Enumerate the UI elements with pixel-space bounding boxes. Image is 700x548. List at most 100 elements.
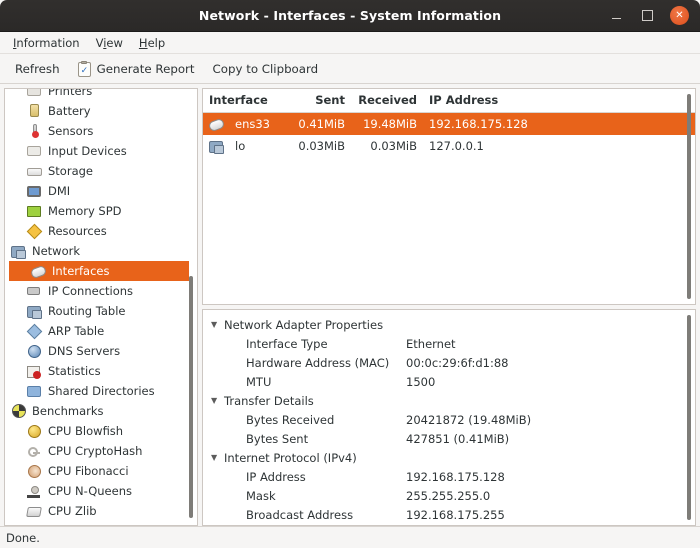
interfaces-panel[interactable]: Interface Sent Received IP Address ens33… [202,88,696,305]
network-icon [11,243,27,259]
sidebar-item-routing-table[interactable]: Routing Table [5,301,197,321]
details-row[interactable]: MTU1500 [203,372,695,391]
sidebar-item-label: Benchmarks [32,404,104,418]
chevron-down-icon[interactable]: ▼ [211,453,224,462]
status-bar: Done. [0,526,700,548]
sidebar-item-cpu-n-queens[interactable]: CPU N-Queens [5,481,197,501]
memory-chip-icon [27,203,43,219]
sidebar-item-label: FPU FFT [48,524,94,526]
column-header-sent[interactable]: Sent [289,89,351,113]
sidebar-item-label: Statistics [48,364,101,378]
details-panel[interactable]: ▼Network Adapter PropertiesInterface Typ… [202,309,696,526]
sidebar-item-dns-servers[interactable]: DNS Servers [5,341,197,361]
sidebar-item-label: Shared Directories [48,384,155,398]
refresh-button-label: Refresh [15,62,60,76]
sidebar-item-battery[interactable]: Battery [5,101,197,121]
main-body: Printers Battery SensorsInput Devices Stora… [0,84,700,526]
interface-name: lo [235,139,245,153]
menu-information[interactable]: Information [5,34,88,52]
cell-received: 19.48MiB [351,113,423,136]
minimize-button[interactable] [608,7,625,24]
sidebar-item-label: Resources [48,224,107,238]
sidebar-item-printers[interactable]: Printers [5,88,197,101]
details-row[interactable]: Mask255.255.255.0 [203,486,695,505]
sidebar-item-label: Storage [48,164,93,178]
column-header-received[interactable]: Received [351,89,423,113]
sidebar-item-cpu-cryptohash[interactable]: CPU CryptoHash [5,441,197,461]
sidebar-item-label: CPU Zlib [48,504,97,518]
interfaces-scrollbar[interactable] [684,90,694,303]
sidebar-scrollbar[interactable] [186,90,196,524]
generate-report-button[interactable]: ✓ Generate Report [69,58,204,80]
benchmark-icon [11,403,27,419]
sidebar-item-fpu-fft[interactable]: FPU FFT [5,521,197,526]
sidebar-item-label: CPU N-Queens [48,484,132,498]
sidebar-item-label: Printers [48,88,92,98]
copy-to-clipboard-button[interactable]: Copy to Clipboard [204,59,328,79]
details-scrollbar-thumb[interactable] [687,315,691,520]
sidebar-item-dmi[interactable]: DMI [5,181,197,201]
close-button[interactable]: ✕ [670,6,689,25]
details-group-header[interactable]: ▼Network Adapter Properties [203,315,695,334]
maximize-button[interactable] [639,7,656,24]
sidebar-item-sensors[interactable]: Sensors [5,121,197,141]
folder-share-icon [27,383,43,399]
sidebar-item-network[interactable]: Network [5,241,197,261]
details-group-title: Network Adapter Properties [224,318,383,332]
sidebar-scrollbar-thumb[interactable] [189,276,193,518]
sidebar-item-label: CPU Fibonacci [48,464,129,478]
plug-icon [27,283,43,299]
refresh-button[interactable]: Refresh [6,59,69,79]
shell-icon [27,463,43,479]
window-controls: ✕ [608,6,700,25]
sidebar-item-interfaces[interactable]: Interfaces [9,261,189,281]
details-row[interactable]: Interface TypeEthernet [203,334,695,353]
details-row[interactable]: Hardware Address (MAC)00:0c:29:6f:d1:88 [203,353,695,372]
details-rows: ▼Network Adapter PropertiesInterface Typ… [203,310,695,524]
details-row[interactable]: IP Address192.168.175.128 [203,467,695,486]
cell-sent: 0.41MiB [289,113,351,136]
sidebar-item-cpu-zlib[interactable]: CPU Zlib [5,501,197,521]
sidebar-item-cpu-blowfish[interactable]: CPU Blowfish [5,421,197,441]
sidebar-item-label: Battery [48,104,91,118]
sidebar-item-shared-directories[interactable]: Shared Directories [5,381,197,401]
details-group-header[interactable]: ▼Transfer Details [203,391,695,410]
details-value: 192.168.175.255 [406,508,695,522]
table-row[interactable]: ens330.41MiB19.48MiB192.168.175.128 [203,113,695,136]
thermometer-icon [27,123,43,139]
table-row[interactable]: lo0.03MiB0.03MiB127.0.0.1 [203,135,695,157]
column-header-interface[interactable]: Interface [203,89,289,113]
sidebar-item-input-devices[interactable]: Input Devices [5,141,197,161]
details-row[interactable]: Bytes Received20421872 (19.48MiB) [203,410,695,429]
details-group-header[interactable]: ▼Internet Protocol (IPv4) [203,448,695,467]
cell-sent: 0.03MiB [289,135,351,157]
details-row[interactable]: Bytes Sent427851 (0.41MiB) [203,429,695,448]
sidebar-item-arp-table[interactable]: ARP Table [5,321,197,341]
sidebar-item-statistics[interactable]: Statistics [5,361,197,381]
sidebar-item-label: DNS Servers [48,344,120,358]
details-scrollbar[interactable] [684,311,694,524]
interfaces-scrollbar-thumb[interactable] [687,94,691,299]
sidebar-item-cpu-fibonacci[interactable]: CPU Fibonacci [5,461,197,481]
title-bar[interactable]: Network - Interfaces - System Informatio… [0,0,700,32]
sidebar-item-memory-spd[interactable]: Memory SPD [5,201,197,221]
sidebar-item-ip-connections[interactable]: IP Connections [5,281,197,301]
cell-ip-address: 127.0.0.1 [423,135,695,157]
menu-help[interactable]: Help [131,34,173,52]
sidebar-item-label: Memory SPD [48,204,122,218]
sidebar-tree[interactable]: Printers Battery SensorsInput Devices Stora… [4,88,198,526]
battery-icon [27,103,43,119]
sidebar-item-storage[interactable]: Storage [5,161,197,181]
chevron-down-icon[interactable]: ▼ [211,320,224,329]
details-row[interactable]: Broadcast Address192.168.175.255 [203,505,695,524]
column-header-ip-address[interactable]: IP Address [423,89,695,113]
storage-icon [27,163,43,179]
menu-view[interactable]: View [88,34,131,52]
sidebar-item-benchmarks[interactable]: Benchmarks [5,401,197,421]
sidebar-item-label: ARP Table [48,324,104,338]
cell-received: 0.03MiB [351,135,423,157]
details-key: Mask [203,489,406,503]
chevron-down-icon[interactable]: ▼ [211,396,224,405]
sidebar-item-resources[interactable]: Resources [5,221,197,241]
interface-icon [209,116,225,132]
